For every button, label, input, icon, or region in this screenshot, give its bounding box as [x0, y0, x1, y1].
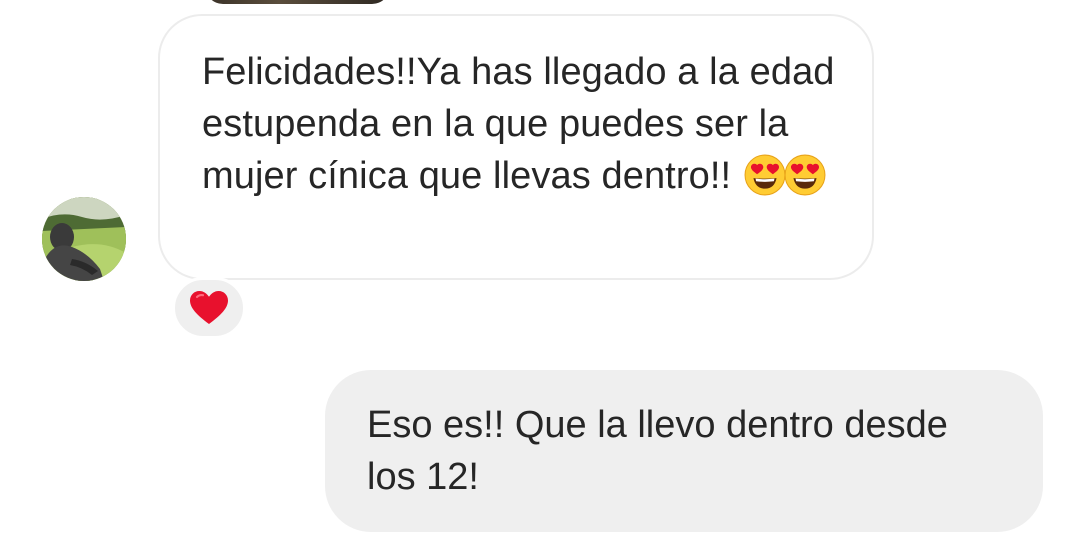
incoming-message-text-block: Felicidades!!Ya has llegado a la edad es…: [202, 46, 852, 202]
heart-eyes-emoji-icon: [744, 154, 786, 196]
avatar-photo: [42, 197, 126, 281]
outgoing-message-bubble[interactable]: Eso es!! Que la llevo dentro desde los 1…: [325, 370, 1043, 532]
heart-eyes-emoji-icon: [784, 154, 826, 196]
incoming-message-bubble[interactable]: Felicidades!!Ya has llegado a la edad es…: [158, 14, 874, 280]
outgoing-message-text: Eso es!! Que la llevo dentro desde los 1…: [367, 404, 948, 498]
chat-thread[interactable]: Felicidades!!Ya has llegado a la edad es…: [0, 0, 1080, 542]
sender-avatar[interactable]: [42, 197, 126, 281]
incoming-message-text: Felicidades!!Ya has llegado a la edad es…: [202, 51, 835, 197]
red-heart-icon: [190, 291, 228, 324]
previous-media-message[interactable]: [205, 0, 390, 4]
heart-reaction-badge[interactable]: [172, 277, 246, 339]
